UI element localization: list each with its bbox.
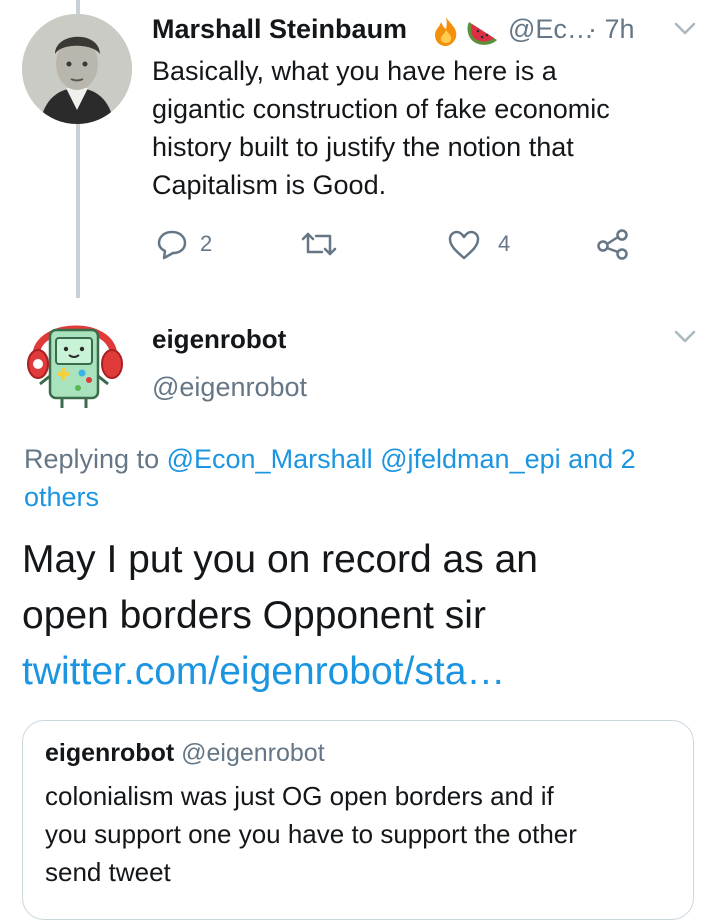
tweet-text-line: gigantic construction of fake economic — [152, 94, 610, 124]
replying-to-users-link[interactable]: @Econ_Marshall @jfeldman_epi and 2 — [167, 444, 636, 474]
replying-to: Replying to @Econ_Marshall @jfeldman_epi… — [24, 440, 704, 516]
tweet-text: May I put you on record as an open borde… — [22, 532, 538, 700]
replying-prefix: Replying to — [24, 444, 160, 474]
retweet-icon[interactable] — [300, 228, 338, 260]
tweet-link[interactable]: twitter.com/eigenrobot/sta… — [22, 644, 538, 700]
tweet-text-line: Basically, what you have here is a — [152, 56, 557, 86]
avatar[interactable] — [22, 14, 132, 124]
quoted-text-line: you support one you have to support the … — [45, 819, 577, 849]
quoted-tweet-card[interactable]: eigenrobot @eigenrobot colonialism was j… — [22, 720, 694, 920]
avatar[interactable] — [22, 306, 132, 416]
author-handle[interactable]: @Ec… — [508, 14, 594, 45]
reply-count: 2 — [200, 231, 213, 256]
quoted-text-line: colonialism was just OG open borders and… — [45, 781, 554, 811]
tweet-text-line: May I put you on record as an — [22, 538, 538, 581]
watermelon-emoji-icon — [466, 16, 500, 46]
replying-to-others-link[interactable]: others — [24, 478, 704, 516]
author-name[interactable]: Marshall Steinbaum — [152, 14, 407, 45]
tweet-text-line: history built to justify the notion that — [152, 132, 574, 162]
portrait-avatar-image — [22, 14, 132, 124]
like-count: 4 — [498, 231, 511, 256]
quoted-author-name: eigenrobot — [45, 739, 175, 767]
quoted-tweet-text: colonialism was just OG open borders and… — [45, 777, 577, 891]
tweet-timestamp[interactable]: · 7h — [588, 14, 635, 45]
robot-avatar-image — [22, 306, 132, 416]
reply-icon[interactable] — [156, 228, 188, 260]
quoted-text-line: send tweet — [45, 857, 171, 887]
fire-emoji-icon — [432, 16, 460, 46]
tweet-text-line: open borders Opponent sir — [22, 594, 486, 637]
tweet-text-line: Capitalism is Good. — [152, 170, 387, 200]
like-heart-icon[interactable] — [448, 230, 480, 260]
author-handle[interactable]: @eigenrobot — [152, 372, 307, 403]
chevron-down-icon[interactable] — [674, 330, 696, 344]
share-icon[interactable] — [596, 228, 630, 260]
chevron-down-icon[interactable] — [674, 22, 696, 36]
author-name[interactable]: eigenrobot — [152, 324, 286, 355]
quoted-author-handle: @eigenrobot — [181, 739, 325, 767]
tweet-text: Basically, what you have here is a gigan… — [152, 52, 610, 204]
